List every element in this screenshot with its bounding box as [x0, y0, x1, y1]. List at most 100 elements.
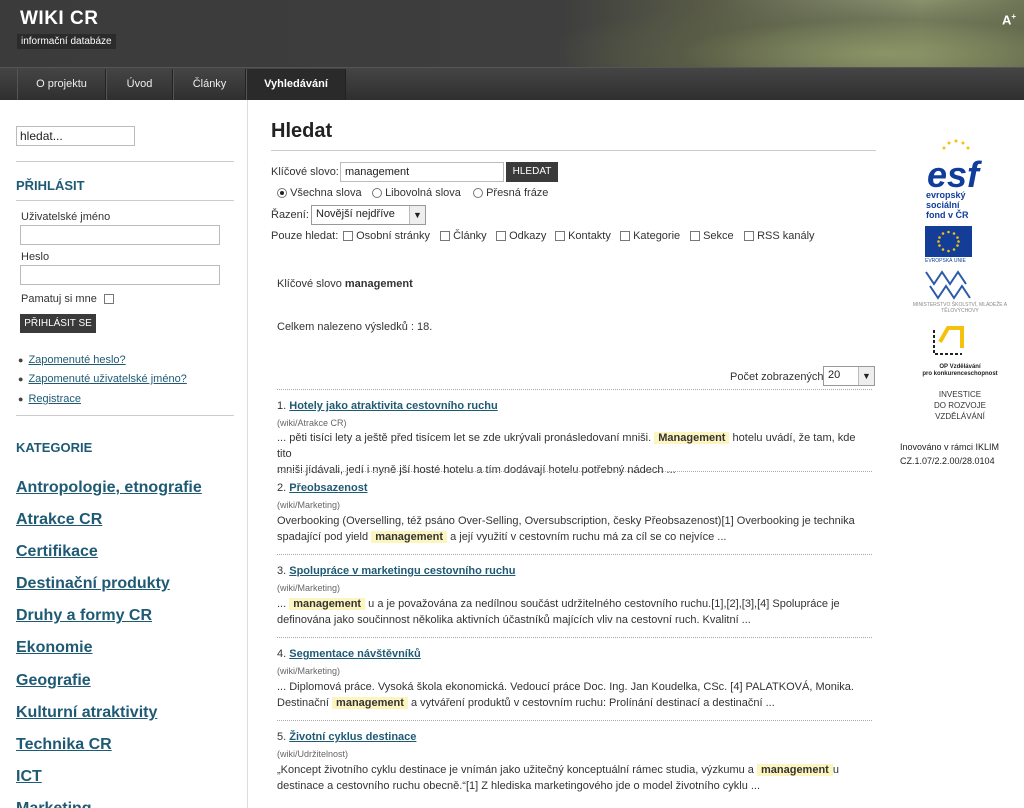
result-link[interactable]: Hotely jako atraktivita cestovního ruchu	[289, 400, 497, 412]
result-link[interactable]: Životní cyklus destinace	[289, 731, 416, 743]
header-landscape-image	[560, 0, 1024, 67]
op-caption: OP Vzdělávání pro konkurenceschopnost	[922, 364, 998, 377]
op-vzdelavani-logo[interactable]	[926, 322, 970, 362]
result-title: 5. Životní cyklus destinace	[277, 731, 417, 743]
remember-me-label: Pamatuj si mne	[21, 293, 97, 305]
result-path: (wiki/Marketing)	[277, 500, 341, 510]
site-subtitle: informační databáze	[17, 34, 116, 49]
category-link[interactable]: Kulturní atraktivity	[16, 704, 157, 722]
main-content: Hledat Klíčové slovo: HLEDAT Všechna slo…	[271, 100, 876, 808]
sidebar: PŘIHLÁSIT Uživatelské jméno Heslo Pamatu…	[0, 100, 248, 808]
forgot-password-link[interactable]: ● Zapomenuté heslo?	[18, 354, 126, 366]
chevron-down-icon: ▼	[858, 367, 874, 385]
keyword-input[interactable]	[340, 162, 504, 182]
search-button[interactable]: HLEDAT	[506, 162, 558, 182]
filter-categories[interactable]: Kategorie	[620, 230, 680, 242]
eu-flag-icon[interactable]	[925, 226, 972, 257]
remember-me-checkbox[interactable]	[103, 294, 114, 305]
filter-sections[interactable]: Sekce	[690, 230, 734, 242]
category-link[interactable]: Atrakce CR	[16, 511, 102, 529]
per-page-select[interactable]: 20 ▼	[823, 366, 875, 386]
filter-links[interactable]: Odkazy	[496, 230, 546, 242]
site-header: WIKI CR informační databáze A+	[0, 0, 1024, 67]
page-title: Hledat	[271, 120, 333, 142]
login-heading: PŘIHLÁSIT	[16, 178, 85, 193]
bullet-icon: ●	[18, 355, 24, 365]
bullet-icon: ●	[18, 394, 24, 404]
divider	[16, 415, 234, 416]
category-link[interactable]: Marketing	[16, 800, 92, 808]
category-link[interactable]: Ekonomie	[16, 639, 92, 657]
result-snippet: ... management u a je považována za nedí…	[277, 598, 840, 626]
divider	[277, 720, 872, 721]
category-link[interactable]: Druhy a formy CR	[16, 607, 152, 625]
filter-personal-pages[interactable]: Osobní stránky	[343, 230, 430, 242]
category-heading: KATEGORIE	[16, 440, 93, 455]
result-link[interactable]: Přeobsazenost	[289, 482, 367, 494]
filter-articles[interactable]: Články	[440, 230, 487, 242]
category-link[interactable]: ICT	[16, 768, 42, 786]
checkbox[interactable]	[496, 231, 506, 242]
chevron-down-icon: ▼	[409, 206, 425, 224]
checkbox[interactable]	[744, 231, 754, 242]
password-field[interactable]	[20, 265, 220, 285]
sort-label: Řazení:	[271, 209, 309, 221]
tab-uvod[interactable]: Úvod	[106, 69, 173, 100]
keyword-highlight: management	[756, 764, 833, 776]
result-snippet: ... Diplomová práce. Vysoká škola ekonom…	[277, 681, 854, 709]
main-nav: O projektu Úvod Články Vyhledávání	[0, 67, 1024, 100]
result-path: (wiki/Udržitelnost)	[277, 749, 349, 759]
divider	[277, 554, 872, 555]
filter-rss[interactable]: RSS kanály	[744, 230, 815, 242]
msmt-logo[interactable]	[924, 268, 972, 300]
tab-clanky[interactable]: Články	[173, 69, 246, 100]
radio-button[interactable]	[277, 188, 287, 199]
result-link[interactable]: Segmentace návštěvníků	[289, 648, 420, 660]
result-path: (wiki/Atrakce CR)	[277, 418, 347, 428]
divider	[16, 161, 234, 162]
tab-vyhledavani[interactable]: Vyhledávání	[246, 69, 346, 100]
radio-button[interactable]	[372, 188, 382, 199]
username-field[interactable]	[20, 225, 220, 245]
keyword-label: Klíčové slovo:	[271, 166, 339, 178]
site-title[interactable]: WIKI CR	[20, 8, 98, 30]
filter-contacts[interactable]: Kontakty	[555, 230, 611, 242]
keyword-highlight: management	[332, 697, 408, 709]
password-label: Heslo	[21, 251, 50, 263]
result-path: (wiki/Marketing)	[277, 666, 341, 676]
esf-caption: evropský sociální fond v ČR	[926, 190, 969, 220]
login-button[interactable]: PŘIHLÁSIT SE	[20, 314, 96, 333]
partner-logos: esf evropský sociální fond v ČR EVROPSKÁ…	[896, 130, 1024, 570]
bullet-icon: ●	[18, 374, 24, 384]
sort-select[interactable]: Novější nejdříve ▼	[311, 205, 426, 225]
divider	[277, 471, 872, 472]
checkbox[interactable]	[343, 231, 353, 242]
radio-any-words[interactable]: Libovolná slova	[372, 187, 461, 199]
result-link[interactable]: Spolupráce v marketingu cestovního ruchu	[289, 565, 515, 577]
sidebar-search-input[interactable]	[16, 126, 135, 146]
radio-exact-phrase[interactable]: Přesná fráze	[473, 187, 548, 199]
eu-caption: EVROPSKÁ UNIE	[925, 258, 966, 264]
msmt-caption: MINISTERSTVO ŠKOLSTVÍ, MLÁDEŽE A TĚLOVÝC…	[912, 302, 1008, 314]
checkbox[interactable]	[555, 231, 565, 242]
category-link[interactable]: Destinační produkty	[16, 575, 170, 593]
register-link[interactable]: ● Registrace	[18, 393, 81, 405]
checkbox[interactable]	[620, 231, 630, 242]
username-label: Uživatelské jméno	[21, 211, 111, 223]
radio-all-words[interactable]: Všechna slova	[277, 187, 362, 199]
forgot-username-link[interactable]: ● Zapomenuté uživatelské jméno?	[18, 373, 187, 385]
font-size-increase-icon[interactable]: A+	[1002, 12, 1016, 27]
divider	[277, 637, 872, 638]
category-link[interactable]: Certifikace	[16, 543, 98, 561]
iklim-note: Inovováno v rámci IKLIM CZ.1.07/2.2.00/2…	[900, 442, 1000, 466]
category-link[interactable]: Technika CR	[16, 736, 112, 754]
radio-button[interactable]	[473, 188, 483, 199]
checkbox[interactable]	[690, 231, 700, 242]
svg-text:esf: esf	[927, 154, 982, 195]
category-link[interactable]: Antropologie, etnografie	[16, 479, 202, 497]
tab-o-projektu[interactable]: O projektu	[17, 69, 106, 100]
category-link[interactable]: Geografie	[16, 672, 91, 690]
keyword-highlight: management	[289, 598, 366, 610]
checkbox[interactable]	[440, 231, 450, 242]
result-title: 1. Hotely jako atraktivita cestovního ru…	[277, 400, 498, 412]
